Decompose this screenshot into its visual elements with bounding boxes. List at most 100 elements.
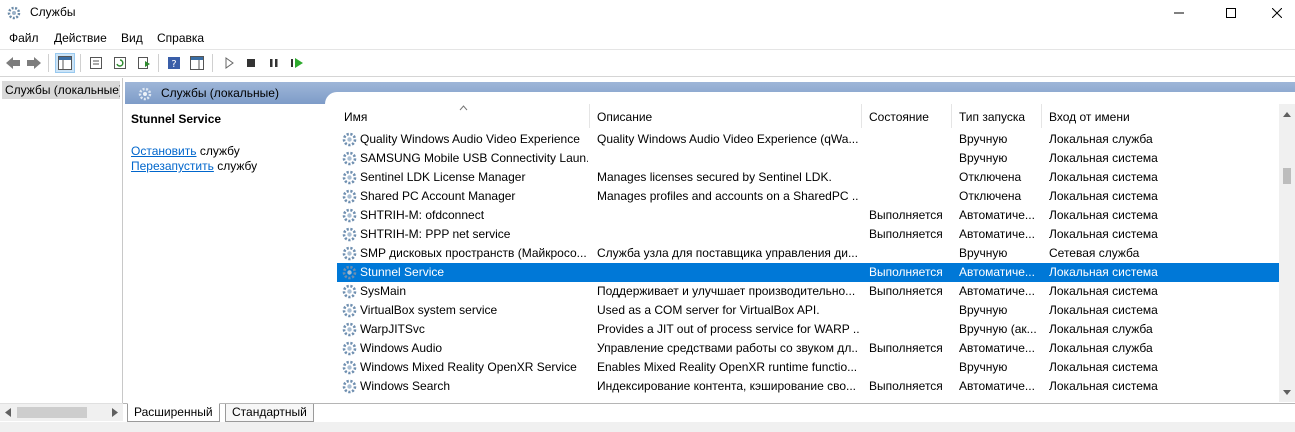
minimize-icon (1174, 12, 1184, 14)
scroll-down-icon (1283, 390, 1291, 395)
menu-action[interactable]: Действие (54, 31, 107, 45)
table-row[interactable]: WarpJITSvc Provides a JIT out of process … (337, 320, 1279, 339)
stop-link-suffix: службу (196, 144, 240, 158)
cell-name: VirtualBox system service (360, 303, 498, 317)
export-list-button[interactable] (134, 53, 154, 73)
table-row[interactable]: Quality Windows Audio Video Experience Qu… (337, 130, 1279, 149)
table-row[interactable]: SMP дисковых пространств (Майкросо... Слу… (337, 244, 1279, 263)
table-row[interactable]: SAMSUNG Mobile USB Connectivity Laun... В… (337, 149, 1279, 168)
table-row[interactable]: Sentinel LDK License Manager Manages lice… (337, 168, 1279, 187)
start-service-button[interactable] (219, 53, 239, 73)
tree-horizontal-scrollbar[interactable] (0, 403, 123, 421)
stop-service-button[interactable] (241, 53, 261, 73)
column-header-startup-type[interactable]: Тип запуска (952, 104, 1042, 128)
scrollbar-thumb[interactable] (1283, 168, 1291, 184)
cell-log-on-as: Локальная служба (1049, 322, 1153, 336)
tab-standard[interactable]: Стандартный (225, 404, 314, 422)
tab-extended[interactable]: Расширенный (127, 403, 220, 422)
refresh-button[interactable] (110, 53, 130, 73)
cell-description (597, 149, 859, 168)
services-gear-icon (7, 6, 21, 20)
properties-button[interactable] (86, 53, 106, 73)
play-icon (225, 57, 234, 69)
service-gear-icon (342, 360, 357, 375)
table-row[interactable]: Shared PC Account Manager Manages profile… (337, 187, 1279, 206)
service-gear-icon (342, 208, 357, 223)
table-row[interactable]: SHTRIH-M: PPP net service Выполняется Авто… (337, 225, 1279, 244)
help-button[interactable]: ? (164, 53, 184, 73)
table-row[interactable]: Windows Audio Управление средствами работ… (337, 339, 1279, 358)
export-icon (138, 57, 150, 69)
console-tree: Службы (локальные) (0, 78, 123, 404)
cell-description: Индексирование контента, кэширование сво… (597, 379, 857, 393)
toolbar-separator (80, 54, 81, 72)
cell-status (869, 149, 951, 168)
column-header-log-on-as[interactable]: Вход от имени (1042, 104, 1279, 128)
table-row[interactable]: Windows Search Индексирование контента, к… (337, 377, 1279, 396)
maximize-button[interactable] (1208, 0, 1254, 26)
action-pane-button[interactable] (187, 53, 207, 73)
cell-name: Windows Mixed Reality OpenXR Service (360, 360, 577, 374)
service-gear-icon (342, 227, 357, 242)
svg-text:?: ? (171, 59, 176, 70)
cell-log-on-as: Локальная система (1049, 360, 1158, 374)
scroll-up-icon (1283, 112, 1291, 117)
column-header-status[interactable]: Состояние (862, 104, 952, 128)
cell-startup-type: Автоматиче... (959, 227, 1035, 241)
service-gear-icon (342, 379, 357, 394)
cell-status (869, 358, 951, 377)
table-row[interactable]: SysMain Поддерживает и улучшает производи… (337, 282, 1279, 301)
table-row[interactable]: VirtualBox system service Used as a COM s… (337, 301, 1279, 320)
service-gear-icon (342, 132, 357, 147)
table-row[interactable]: Stunnel Service Выполняется Автоматиче... Л… (337, 263, 1279, 282)
cell-startup-type: Автоматиче... (959, 265, 1035, 279)
minimize-button[interactable] (1156, 0, 1202, 26)
pause-service-button[interactable] (264, 53, 284, 73)
cell-description (597, 206, 859, 225)
cell-description: Служба узла для поставщика управления ди… (597, 246, 858, 260)
cell-startup-type: Вручную (959, 246, 1008, 260)
toolbar-separator (212, 54, 213, 72)
table-row[interactable]: Windows Mixed Reality OpenXR Service Enab… (337, 358, 1279, 377)
tree-item-services-local[interactable]: Службы (локальные) (2, 81, 120, 99)
table-vertical-scrollbar[interactable] (1279, 104, 1295, 402)
cell-description (597, 225, 859, 244)
cell-startup-type: Автоматиче... (959, 379, 1035, 393)
menu-view[interactable]: Вид (121, 31, 143, 45)
cell-name: Sentinel LDK License Manager (360, 170, 526, 184)
column-header-description[interactable]: Описание (590, 104, 862, 128)
cell-name: Shared PC Account Manager (360, 189, 516, 203)
console-tree-icon (58, 56, 72, 70)
forward-button[interactable] (24, 53, 44, 73)
show-hide-tree-button[interactable] (55, 53, 75, 73)
cell-startup-type: Вручную (959, 303, 1008, 317)
cell-log-on-as: Локальная служба (1049, 341, 1153, 355)
column-header-label: Описание (597, 110, 653, 124)
cell-status (869, 168, 951, 187)
description-pane: Stunnel Service Остановить службу Переза… (125, 104, 332, 402)
cell-log-on-as: Локальная система (1049, 284, 1158, 298)
back-button[interactable] (3, 53, 23, 73)
cell-name: SHTRIH-M: PPP net service (360, 227, 511, 241)
close-button[interactable] (1254, 0, 1295, 26)
table-row[interactable]: SHTRIH-M: ofdconnect Выполняется Автоматич… (337, 206, 1279, 225)
menu-help[interactable]: Справка (157, 31, 204, 45)
column-header-label: Тип запуска (959, 110, 1026, 124)
refresh-icon (114, 57, 126, 69)
service-gear-icon (342, 246, 357, 261)
view-tabs: Расширенный Стандартный (123, 403, 1295, 423)
stop-service-link[interactable]: Остановить (131, 144, 197, 158)
restart-service-button[interactable] (287, 53, 307, 73)
column-header-name[interactable]: Имя (337, 104, 590, 128)
column-header-label: Вход от имени (1049, 110, 1130, 124)
panel-header: Службы (локальные) (125, 82, 1295, 104)
restart-service-link[interactable]: Перезапустить (131, 159, 214, 173)
cell-description: Управление средствами работы со звуком д… (597, 341, 859, 355)
cell-log-on-as: Локальная система (1049, 379, 1158, 393)
cell-description: Quality Windows Audio Video Experience (… (597, 132, 859, 146)
cell-description (597, 263, 859, 282)
restart-link-suffix: службу (213, 159, 258, 173)
menu-file[interactable]: Файл (9, 31, 39, 45)
help-icon: ? (168, 57, 180, 70)
scrollbar-thumb[interactable] (17, 407, 87, 418)
